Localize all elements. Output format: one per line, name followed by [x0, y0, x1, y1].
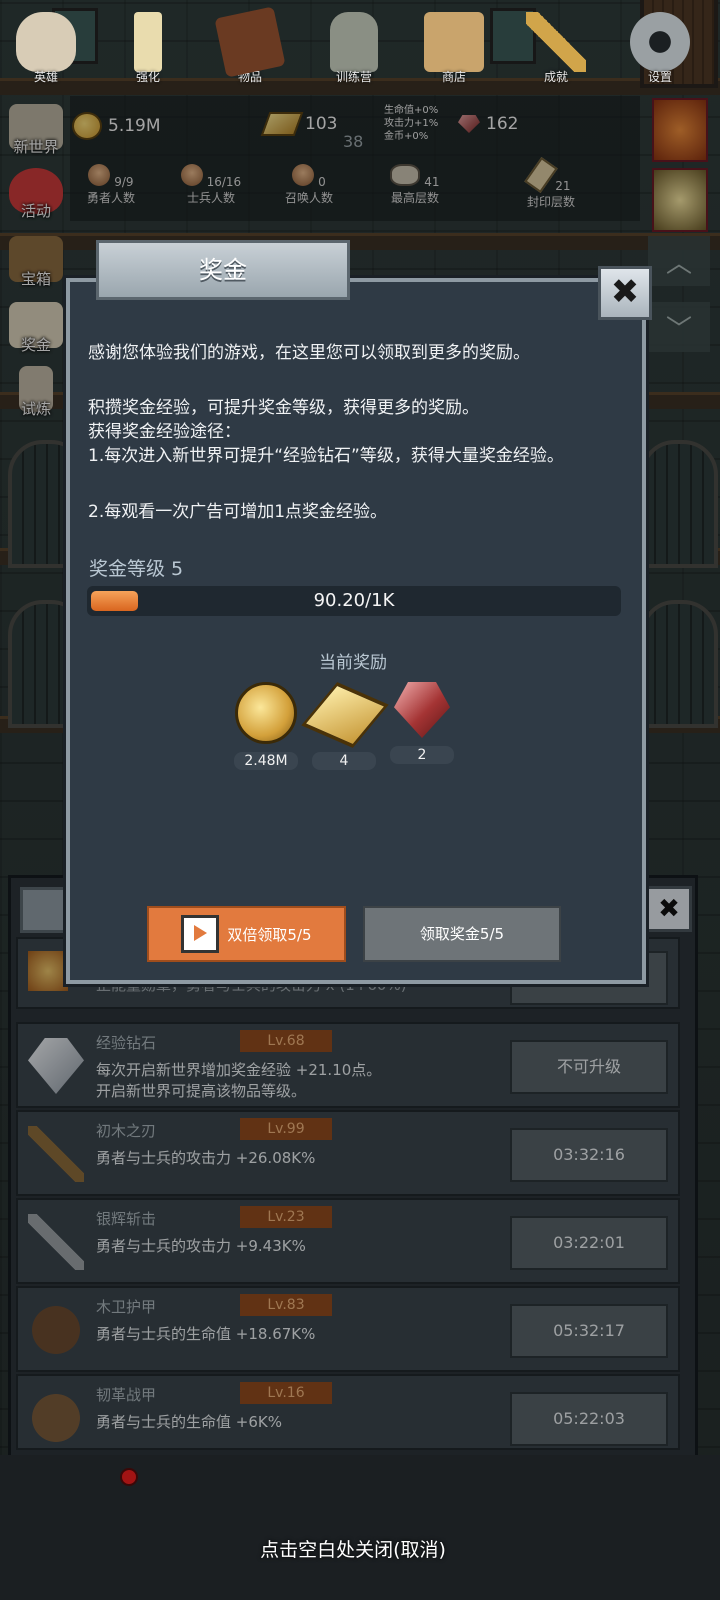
dialog-text: 获得奖金经验途径： [88, 422, 241, 442]
nav-enhance[interactable]: 强化 [108, 12, 188, 85]
notification-dot [120, 1468, 138, 1486]
lantern-icon [330, 12, 378, 72]
gear-icon [630, 12, 690, 72]
video-ad-icon [181, 915, 220, 953]
claim-button[interactable]: 领取奖金5/5 [363, 906, 561, 962]
dialog-intro: 感谢您体验我们的游戏，在这里您可以领取到更多的奖励。 [88, 343, 530, 363]
nav-items[interactable]: 物品 [210, 6, 290, 85]
nav-training[interactable]: 训练营 [314, 12, 394, 85]
double-claim-button[interactable]: 双倍领取5/5 [147, 906, 346, 962]
skull-icon [16, 12, 76, 72]
nav-hero[interactable]: 英雄 [6, 12, 86, 85]
nav-shop[interactable]: 商店 [414, 12, 494, 85]
close-button[interactable]: ✖ [598, 266, 652, 320]
bonus-level-label: 奖金等级 5 [89, 558, 184, 580]
book-icon [214, 6, 286, 78]
dialog-text: 1.每次进入新世界可提升“经验钻石”等级，获得大量奖金经验。 [88, 446, 564, 466]
close-hint[interactable]: 点击空白处关闭(取消) [0, 1535, 706, 1562]
current-reward-title: 当前奖励 [319, 653, 387, 673]
reward-gem: 2 [390, 682, 454, 764]
candle-icon [134, 12, 162, 72]
key-icon [526, 12, 586, 72]
reward-gold-bar: 4 [301, 682, 389, 770]
nav-achievements[interactable]: 成就 [516, 12, 596, 85]
gem-icon [394, 682, 450, 738]
bonus-dialog [66, 278, 646, 984]
gold-bar-icon [301, 682, 389, 748]
gold-coin-icon [235, 682, 297, 744]
nav-settings[interactable]: 设置 [620, 12, 700, 85]
dialog-text: 积攒奖金经验，可提升奖金等级，获得更多的奖励。 [88, 398, 479, 418]
reward-gold: 2.48M [234, 682, 298, 770]
bonus-progress-bar: 90.20/1K [87, 586, 621, 616]
mug-icon [424, 12, 484, 72]
dialog-title: 奖金 [96, 240, 350, 300]
dialog-text: 2.每观看一次广告可增加1点奖金经验。 [88, 502, 388, 522]
bottom-nav [0, 1455, 720, 1600]
